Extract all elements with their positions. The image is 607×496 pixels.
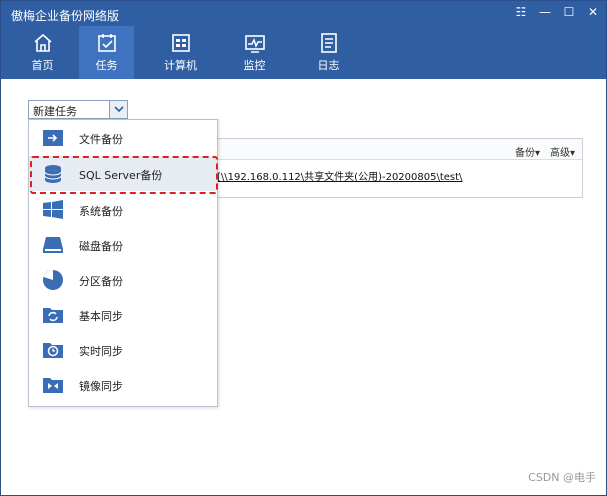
close-icon[interactable]: ✕: [586, 5, 600, 19]
menu-label: 实时同步: [79, 345, 123, 358]
header-bar: 傲梅企业备份网络版 ☷ — ☐ ✕ 首页 任务 计算机 监控 日志: [1, 1, 606, 79]
main-nav: 首页 任务 计算机 监控 日志: [15, 26, 375, 79]
menu-label: 镜像同步: [79, 380, 123, 393]
menu-item-disk-backup[interactable]: 磁盘备份: [29, 227, 217, 262]
nav-item-log[interactable]: 日志: [301, 26, 356, 79]
nav-item-home[interactable]: 首页: [15, 26, 70, 79]
computer-icon: [171, 34, 190, 52]
nav-label-tasks: 任务: [95, 59, 118, 72]
partition-icon: [43, 270, 63, 290]
window-controls: ☷ — ☐ ✕: [514, 5, 600, 19]
watermark: CSDN @电手: [528, 471, 596, 484]
menu-item-mirror-sync[interactable]: 镜像同步: [29, 367, 217, 402]
new-task-menu: 文件备份 SQL Server备份 系统备份 磁盘备份 分区备份 基本同步 实时…: [28, 119, 218, 407]
mirror-sync-icon: [43, 378, 63, 393]
menu-label: 基本同步: [79, 310, 123, 323]
nav-item-monitor[interactable]: 监控: [227, 26, 282, 79]
new-task-dropdown[interactable]: 新建任务: [28, 100, 128, 119]
nav-label-log: 日志: [317, 59, 340, 72]
advanced-menu-button[interactable]: 高级▾: [550, 144, 575, 159]
menu-label: 文件备份: [79, 133, 123, 146]
file-backup-icon: [43, 130, 63, 146]
monitor-icon: [244, 35, 265, 53]
database-icon: [44, 165, 62, 183]
menu-icon[interactable]: ☷: [514, 5, 528, 19]
menu-item-sql-server-backup[interactable]: SQL Server备份: [29, 156, 217, 191]
menu-item-system-backup[interactable]: 系统备份: [29, 192, 217, 227]
menu-item-file-backup[interactable]: 文件备份: [29, 120, 217, 155]
sync-icon: [43, 308, 63, 323]
nav-label-monitor: 监控: [243, 59, 266, 72]
log-icon: [320, 33, 337, 53]
chevron-down-icon[interactable]: [109, 101, 127, 118]
disk-icon: [43, 237, 63, 253]
app-window: 傲梅企业备份网络版 ☷ — ☐ ✕ 首页 任务 计算机 监控 日志 新建任务 备…: [0, 0, 607, 496]
nav-item-tasks[interactable]: 任务: [79, 26, 134, 79]
maximize-icon[interactable]: ☐: [562, 5, 576, 19]
realtime-sync-icon: [43, 343, 63, 358]
task-link[interactable]: [\\192.168.0.112\共享文件夹(公用)-20200805\test…: [217, 168, 462, 183]
task-icon: [97, 34, 116, 52]
menu-item-basic-sync[interactable]: 基本同步: [29, 297, 217, 332]
menu-label: SQL Server备份: [79, 169, 163, 182]
menu-item-partition-backup[interactable]: 分区备份: [29, 262, 217, 297]
nav-label-computer: 计算机: [164, 59, 197, 72]
nav-label-home: 首页: [31, 59, 54, 72]
menu-label: 磁盘备份: [79, 240, 123, 253]
menu-item-realtime-sync[interactable]: 实时同步: [29, 332, 217, 367]
minimize-icon[interactable]: —: [538, 5, 552, 19]
menu-label: 系统备份: [79, 205, 123, 218]
new-task-label: 新建任务: [33, 105, 77, 118]
windows-icon: [43, 200, 63, 219]
window-title: 傲梅企业备份网络版: [11, 9, 120, 23]
backup-menu-button[interactable]: 备份▾: [515, 144, 540, 159]
home-icon: [33, 33, 52, 52]
nav-item-computer[interactable]: 计算机: [153, 26, 208, 79]
menu-label: 分区备份: [79, 275, 123, 288]
